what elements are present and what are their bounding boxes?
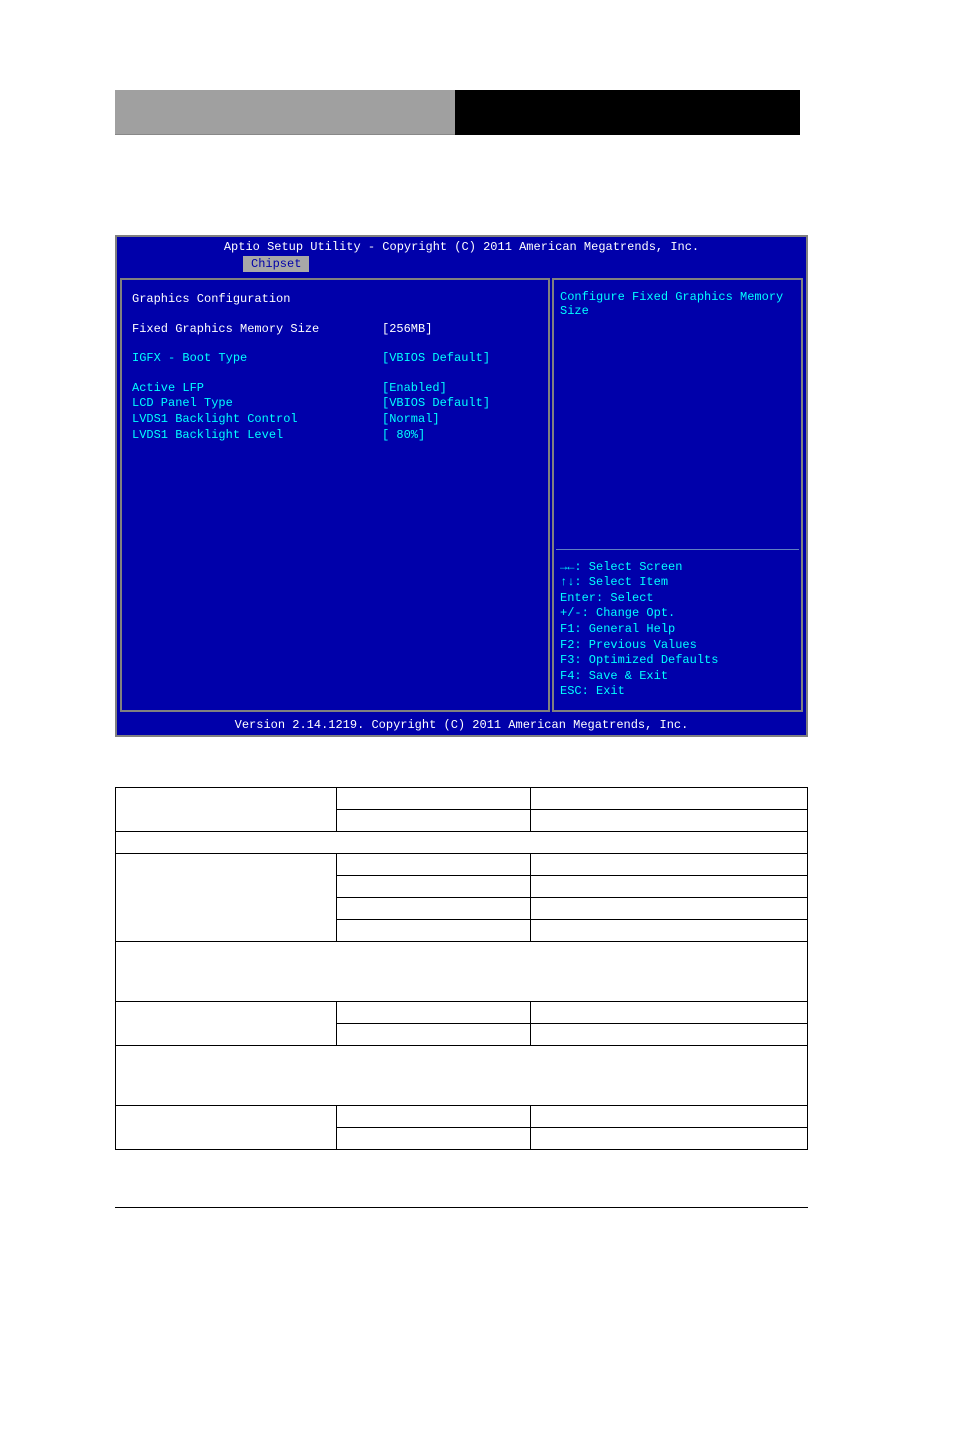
setting-lvds1-backlight-level[interactable]: LVDS1 Backlight Level [ 80%]: [132, 428, 538, 444]
setting-label: LVDS1 Backlight Level: [132, 428, 382, 444]
bios-key-legend: →←: Select Screen ↑↓: Select Item Enter:…: [554, 550, 801, 710]
table-row: [116, 942, 808, 1002]
table-row: [116, 832, 808, 854]
page-footer-line: [115, 1207, 808, 1208]
bios-body: Graphics Configuration Fixed Graphics Me…: [117, 275, 806, 715]
setting-value: [VBIOS Default]: [382, 396, 490, 412]
table-row: [116, 854, 808, 876]
table-row: [116, 1002, 808, 1024]
table-row: [116, 1106, 808, 1128]
setting-value: [256MB]: [382, 322, 432, 338]
settings-description-table: [115, 787, 808, 1150]
key-select-item: ↑↓: Select Item: [560, 575, 795, 591]
key-previous-values: F2: Previous Values: [560, 638, 795, 654]
bios-window: Aptio Setup Utility - Copyright (C) 2011…: [115, 235, 808, 737]
key-save-exit: F4: Save & Exit: [560, 669, 795, 685]
setting-lvds1-backlight-control[interactable]: LVDS1 Backlight Control [Normal]: [132, 412, 538, 428]
header-right-panel: [455, 90, 800, 135]
setting-active-lfp[interactable]: Active LFP [Enabled]: [132, 381, 538, 397]
key-change-opt: +/-: Change Opt.: [560, 606, 795, 622]
bios-help-panel: Configure Fixed Graphics Memory Size →←:…: [552, 278, 803, 712]
setting-label: LCD Panel Type: [132, 396, 382, 412]
section-title: Graphics Configuration: [132, 292, 382, 308]
setting-igfx-boot-type[interactable]: IGFX - Boot Type [VBIOS Default]: [132, 351, 538, 367]
key-enter-select: Enter: Select: [560, 591, 795, 607]
key-select-screen: →←: Select Screen: [560, 560, 795, 576]
setting-fixed-graphics-memory[interactable]: Fixed Graphics Memory Size [256MB]: [132, 322, 538, 338]
setting-label: Active LFP: [132, 381, 382, 397]
table-row: [116, 788, 808, 810]
setting-label: LVDS1 Backlight Control: [132, 412, 382, 428]
bios-footer: Version 2.14.1219. Copyright (C) 2011 Am…: [117, 715, 806, 735]
setting-lcd-panel-type[interactable]: LCD Panel Type [VBIOS Default]: [132, 396, 538, 412]
key-exit: ESC: Exit: [560, 684, 795, 700]
setting-value: [ 80%]: [382, 428, 425, 444]
bios-tab-row: Chipset: [117, 254, 806, 275]
setting-value: [Normal]: [382, 412, 440, 428]
page-header: [115, 90, 800, 135]
setting-label: IGFX - Boot Type: [132, 351, 382, 367]
setting-value: [Enabled]: [382, 381, 447, 397]
key-general-help: F1: General Help: [560, 622, 795, 638]
bios-settings-panel: Graphics Configuration Fixed Graphics Me…: [120, 278, 550, 712]
setting-label: Fixed Graphics Memory Size: [132, 322, 382, 338]
header-left-panel: [115, 90, 455, 135]
table-row: [116, 1046, 808, 1106]
key-optimized-defaults: F3: Optimized Defaults: [560, 653, 795, 669]
bios-title: Aptio Setup Utility - Copyright (C) 2011…: [117, 237, 806, 254]
tab-chipset[interactable]: Chipset: [242, 255, 310, 273]
bios-help-text: Configure Fixed Graphics Memory Size: [554, 280, 801, 549]
setting-value: [VBIOS Default]: [382, 351, 490, 367]
